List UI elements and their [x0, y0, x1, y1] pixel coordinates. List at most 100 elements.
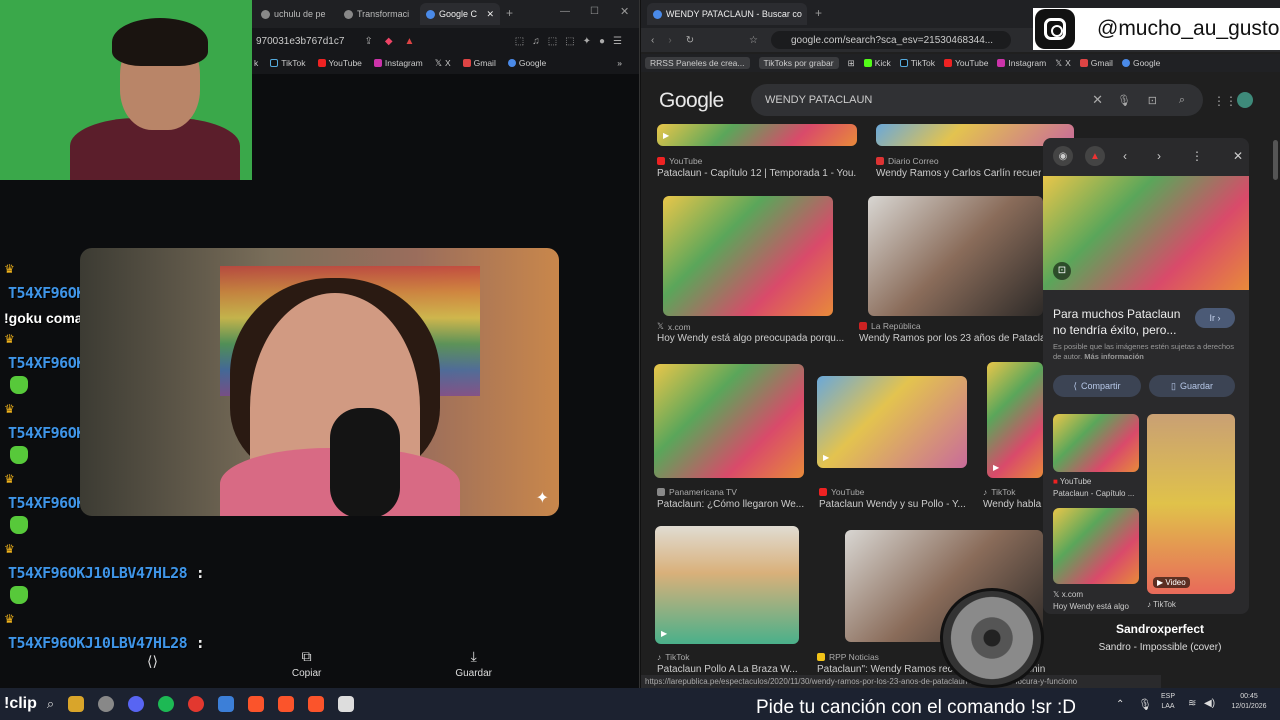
brave-icon[interactable]: [278, 696, 295, 712]
bookmark-youtube[interactable]: YouTube: [944, 58, 988, 68]
lens-search-icon[interactable]: ⊡: [1053, 262, 1071, 280]
save-button[interactable]: ⤓ Guardar: [455, 648, 492, 679]
bookmark-gmail[interactable]: Gmail: [462, 58, 496, 68]
bookmark-instagram[interactable]: Instagram: [997, 58, 1046, 68]
spotify-icon[interactable]: [158, 696, 175, 712]
tab-google-search[interactable]: WENDY PATACLAUN - Buscar co ✕: [647, 3, 807, 25]
new-tab-icon[interactable]: +: [506, 6, 513, 20]
result-caption[interactable]: Hoy Wendy está algo preocupada porqu...: [657, 333, 847, 344]
address-bar[interactable]: google.com/search?sca_esv=21530468344...: [771, 31, 1011, 49]
reload-icon[interactable]: ↻: [686, 35, 694, 46]
lens-icon[interactable]: ◉: [1053, 146, 1073, 166]
result-caption[interactable]: Pataclaun: ¿Cómo llegaron We...: [657, 499, 807, 510]
toolbar-icons[interactable]: ⬚♫⬚⬚✦●☰: [515, 36, 630, 47]
visit-button[interactable]: Ir ›: [1195, 308, 1235, 328]
volume-icon[interactable]: ◀): [1204, 698, 1215, 709]
result-caption[interactable]: Pataclaun Pollo A La Braza W...: [657, 664, 817, 675]
language-indicator[interactable]: ESP LAA: [1158, 692, 1178, 712]
result-caption[interactable]: Wendy habla: [983, 499, 1043, 510]
share-icon[interactable]: ⇪: [364, 36, 372, 47]
result-caption[interactable]: Pataclaun Wendy y su Pollo - Y...: [819, 499, 971, 510]
bookmark-kick[interactable]: Kick: [863, 58, 891, 68]
bookmark-folder-paneles[interactable]: RRSS Paneles de crea...: [645, 57, 750, 69]
related-caption[interactable]: Pataclaun - Capítulo ...: [1053, 489, 1134, 498]
bookmark-folder-tiktoks[interactable]: TikToks por grabar: [758, 57, 839, 69]
extension-icon[interactable]: ◆: [385, 36, 393, 47]
forward-icon[interactable]: ›: [668, 35, 671, 46]
share-action[interactable]: ⟨⟩: [147, 653, 158, 673]
close-tab-icon[interactable]: ✕: [486, 9, 494, 20]
notepad-icon[interactable]: [338, 696, 355, 712]
new-tab-icon[interactable]: +: [815, 6, 822, 20]
close-tab-icon[interactable]: ✕: [806, 9, 807, 20]
close-window-icon[interactable]: ✕: [620, 5, 629, 18]
more-options-icon[interactable]: ⋮: [1191, 149, 1203, 163]
clear-search-icon[interactable]: ✕: [1092, 92, 1103, 108]
voice-search-icon[interactable]: 🎙: [1117, 94, 1131, 107]
app-icon[interactable]: [218, 696, 235, 712]
scrollbar[interactable]: [1273, 140, 1278, 180]
obs-icon[interactable]: [98, 696, 115, 712]
tab-google[interactable]: Google C ✕: [420, 3, 500, 25]
tab-transformaci[interactable]: Transformaci: [338, 3, 418, 25]
google-apps-icon[interactable]: ⋮⋮: [1213, 94, 1237, 108]
image-preview-card[interactable]: ✦: [80, 248, 559, 516]
avatar[interactable]: [1237, 92, 1253, 108]
brave-icon[interactable]: [308, 696, 325, 712]
more-info-link[interactable]: Más información: [1084, 352, 1144, 361]
minimize-icon[interactable]: —: [560, 6, 570, 17]
bookmark-google[interactable]: Google: [507, 58, 546, 68]
clock[interactable]: 00:45 12/01/2026: [1222, 692, 1276, 712]
result-image[interactable]: [654, 364, 804, 478]
save-button[interactable]: ▯ Guardar: [1149, 375, 1235, 397]
result-image[interactable]: ▶: [987, 362, 1043, 478]
bookmark-youtube[interactable]: YouTube: [317, 58, 362, 68]
chrome-icon[interactable]: [188, 696, 205, 712]
result-image[interactable]: [663, 196, 833, 316]
wifi-icon[interactable]: ≋: [1188, 698, 1196, 709]
tray-chevron-icon[interactable]: ⌃: [1116, 699, 1124, 710]
more-bookmarks-icon[interactable]: »: [617, 58, 622, 68]
maximize-icon[interactable]: ☐: [590, 6, 599, 17]
discord-icon[interactable]: [128, 696, 145, 712]
result-image[interactable]: ▶: [655, 526, 799, 644]
result-image[interactable]: [868, 196, 1043, 316]
result-caption[interactable]: Pataclaun - Capítulo 12 | Temporada 1 - …: [657, 168, 857, 179]
tab-uchulu[interactable]: uchulu de pe: [255, 3, 335, 25]
search-input[interactable]: WENDY PATACLAUN ✕ 🎙 ⊡ ⌕: [751, 84, 1203, 116]
bookmark-google[interactable]: Google: [1121, 58, 1160, 68]
microphone-icon[interactable]: 🎙: [1138, 698, 1152, 711]
close-panel-icon[interactable]: ✕: [1233, 149, 1243, 163]
pdf-icon[interactable]: ▲: [1085, 146, 1105, 166]
search-icon[interactable]: ⌕: [47, 696, 54, 712]
result-caption[interactable]: Wendy Ramos y Carlos Carlín recuerd: [876, 168, 1041, 179]
search-icon[interactable]: ⌕: [1179, 94, 1185, 107]
bookmark-x[interactable]: 𝕏X: [1055, 58, 1071, 69]
lens-search-icon[interactable]: ⊡: [1148, 94, 1157, 107]
copy-button[interactable]: ⧉ Copiar: [292, 648, 321, 679]
result-caption[interactable]: Wendy Ramos por los 23 años de Pataclau: [859, 333, 1043, 344]
previous-icon[interactable]: ‹: [1123, 149, 1127, 163]
result-image[interactable]: ▶: [817, 376, 967, 468]
related-image[interactable]: [1053, 414, 1139, 472]
next-icon[interactable]: ›: [1157, 149, 1161, 163]
bookmark-x[interactable]: 𝕏X: [435, 58, 451, 69]
bookmark-gmail[interactable]: Gmail: [1079, 58, 1113, 68]
share-button[interactable]: ⟨ Compartir: [1053, 375, 1141, 397]
apps-grid-icon[interactable]: ⊞: [848, 58, 855, 69]
panel-title[interactable]: Para muchos Pataclaun no tendría éxito, …: [1053, 306, 1193, 338]
related-image[interactable]: [1053, 508, 1139, 584]
related-video[interactable]: ▶ Video: [1147, 414, 1235, 594]
bookmark-tiktok[interactable]: TikTok: [270, 58, 306, 68]
left-address-bar[interactable]: 970031e3b767d1c7 ⇪ ◆ ▲ ⬚♫⬚⬚✦●☰: [250, 30, 639, 52]
google-logo[interactable]: Google: [659, 89, 724, 113]
brave-icon[interactable]: [248, 696, 265, 712]
bookmark-tiktok[interactable]: TikTok: [899, 58, 935, 68]
result-image[interactable]: ▶: [657, 124, 857, 146]
file-explorer-icon[interactable]: [68, 696, 85, 712]
bookmark-star-icon[interactable]: ☆: [749, 35, 758, 46]
back-icon[interactable]: ‹: [651, 35, 654, 46]
bookmark-instagram[interactable]: Instagram: [373, 58, 423, 68]
panel-main-image[interactable]: ⊡: [1043, 176, 1249, 290]
bookmark-k[interactable]: k: [254, 58, 258, 68]
